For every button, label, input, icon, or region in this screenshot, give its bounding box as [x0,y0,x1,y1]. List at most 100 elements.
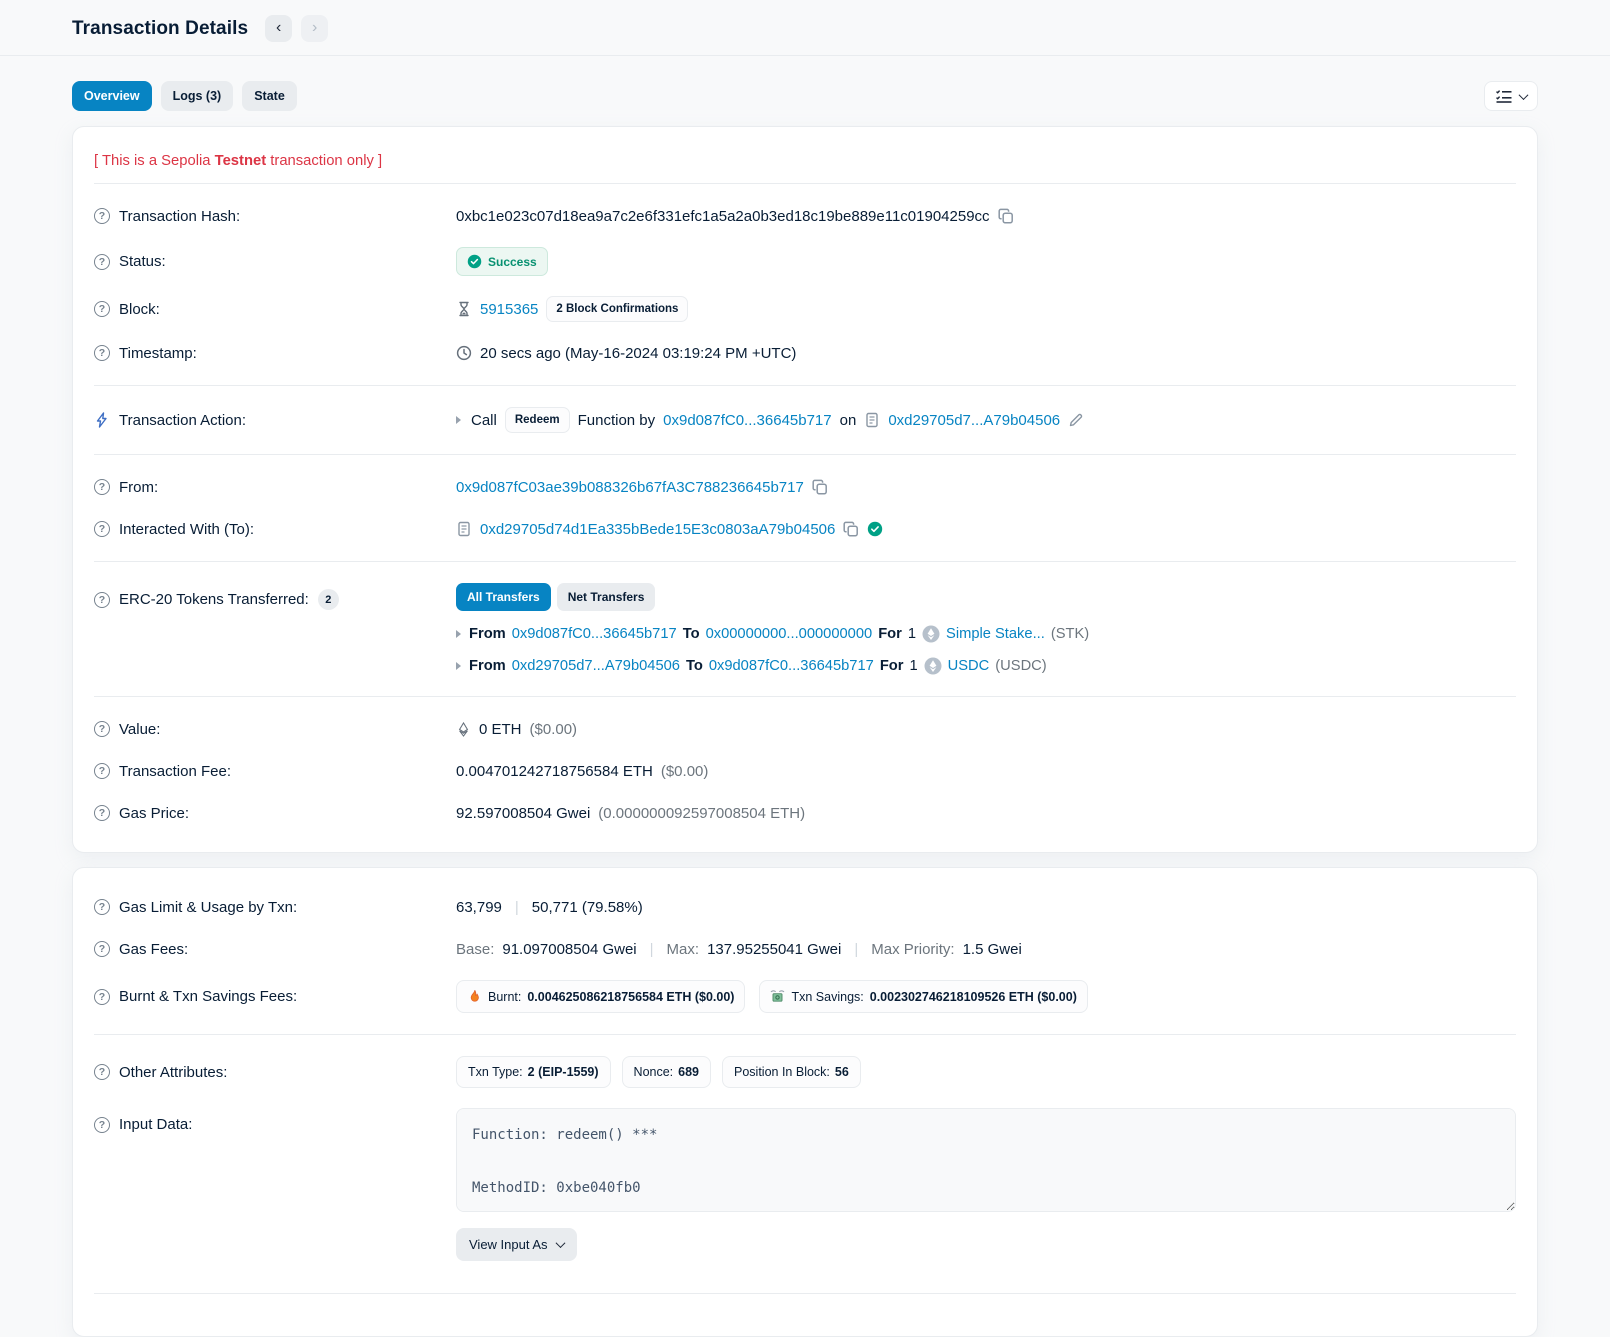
to-address-link[interactable]: 0xd29705d74d1Ea335bBede15E3c0803aA79b045… [480,521,835,538]
savings-value: 0.002302746218109526 ETH ($0.00) [870,990,1077,1004]
row-label-text: Value: [119,721,160,738]
transfer-from-link[interactable]: 0xd29705d7...A79b04506 [512,658,680,674]
input-data-textarea[interactable]: Function: redeem() *** MethodID: 0xbe040… [456,1108,1516,1212]
token-name-link[interactable]: Simple Stake... [946,626,1045,642]
txn-type-label: Txn Type: [468,1065,523,1079]
flame-icon [467,989,482,1004]
divider [94,183,1516,184]
row-label-text: ERC-20 Tokens Transferred: [119,591,309,608]
transfer-list: From 0x9d087fC0...36645b717 To 0x0000000… [456,625,1516,675]
help-icon[interactable]: ? [94,345,110,361]
block-number-link[interactable]: 5915365 [480,301,538,318]
base-fee-label: Base: [456,941,494,958]
separator: | [645,941,659,958]
from-address-link[interactable]: 0x9d087fC03ae39b088326b67fA3C788236645b7… [456,479,804,496]
net-transfers-tab[interactable]: Net Transfers [557,583,656,611]
gas-price-row: ?Gas Price: 92.597008504 Gwei (0.0000000… [94,792,1516,834]
tab-state[interactable]: State [242,81,297,111]
transfer-for-word: For [878,626,902,642]
previous-transaction-button[interactable]: ‹ [265,15,292,42]
help-icon[interactable]: ? [94,763,110,779]
divider [94,385,1516,386]
token-icon [924,657,942,675]
timestamp-row: ?Timestamp: 20 secs ago (May-16-2024 03:… [94,332,1516,374]
status-badge-label: Success [488,255,537,269]
caret-right-icon [456,630,461,638]
tab-toolbar: Overview Logs (3) State [0,56,1610,126]
list-settings-icon [1495,89,1513,103]
other-attributes-row: ?Other Attributes: Txn Type: 2 (EIP-1559… [94,1046,1516,1098]
copy-hash-button[interactable] [998,208,1014,224]
all-transfers-tab[interactable]: All Transfers [456,583,551,611]
token-symbol: (USDC) [995,658,1046,674]
warning-text-suffix: transaction only ] [266,153,382,169]
gas-used-value: 50,771 (79.58%) [532,899,643,916]
row-label-text: Gas Fees: [119,941,188,958]
help-icon[interactable]: ? [94,254,110,270]
copy-to-address-button[interactable] [843,521,859,537]
value-amount: 0 ETH [479,721,522,738]
copy-icon [843,521,859,537]
max-priority-label: Max Priority: [871,941,954,958]
row-label-text: Block: [119,301,160,318]
transfer-to-link[interactable]: 0x00000000...000000000 [706,626,873,642]
token-icon [922,625,940,643]
testnet-warning: [ This is a Sepolia Testnet transaction … [94,153,1516,169]
edit-action-note-button[interactable] [1068,412,1084,428]
view-input-as-button[interactable]: View Input As [456,1228,577,1261]
transfer-from-link[interactable]: 0x9d087fC0...36645b717 [512,626,677,642]
transfer-item: From 0xd29705d7...A79b04506 To 0x9d087fC… [456,657,1516,675]
transfer-to-link[interactable]: 0x9d087fC0...36645b717 [709,658,874,674]
help-icon[interactable]: ? [94,941,110,957]
overview-card: [ This is a Sepolia Testnet transaction … [72,126,1538,853]
row-label-text: Status: [119,253,166,270]
help-icon[interactable]: ? [94,1117,110,1133]
help-icon[interactable]: ? [94,1064,110,1080]
position-label: Position In Block: [734,1065,830,1079]
row-label-text: Other Attributes: [119,1064,227,1081]
tab-overview[interactable]: Overview [72,81,152,111]
help-icon[interactable]: ? [94,521,110,537]
display-options-button[interactable] [1484,81,1538,111]
verified-check-icon [867,521,883,537]
transaction-action-row: Transaction Action: Call Redeem Function… [94,397,1516,443]
help-icon[interactable]: ? [94,899,110,915]
gas-fees-row: ? Gas Fees: Base: 91.097008504 Gwei | Max… [94,928,1516,970]
lightning-icon [94,412,110,428]
help-icon[interactable]: ? [94,208,110,224]
nonce-badge: Nonce: 689 [622,1056,711,1088]
transfer-to-word: To [683,626,700,642]
separator: | [849,941,863,958]
pencil-icon [1068,412,1084,428]
help-icon[interactable]: ? [94,301,110,317]
base-fee-value: 91.097008504 Gwei [502,941,636,958]
divider [94,1034,1516,1035]
separator: | [510,899,524,916]
gas-price-amount: 92.597008504 Gwei [456,805,590,822]
gas-limit-value: 63,799 [456,899,502,916]
help-icon[interactable]: ? [94,592,110,608]
transfer-from-word: From [469,658,506,674]
token-name-link[interactable]: USDC [948,658,990,674]
block-confirmations-badge: 2 Block Confirmations [546,296,688,322]
action-on-text: on [840,412,857,429]
divider [94,454,1516,455]
help-icon[interactable]: ? [94,721,110,737]
copy-from-address-button[interactable] [812,479,828,495]
next-transaction-button[interactable]: › [301,15,328,42]
value-row: ?Value: 0 ETH ($0.00) [94,708,1516,750]
row-label-text: Timestamp: [119,345,197,362]
help-icon[interactable]: ? [94,805,110,821]
action-call-text: Call [471,412,497,429]
tab-logs[interactable]: Logs (3) [161,81,234,111]
transfer-from-word: From [469,626,506,642]
page-title: Transaction Details [72,18,248,40]
action-sender-link[interactable]: 0x9d087fC0...36645b717 [663,412,831,429]
check-circle-icon [467,254,482,269]
transfer-amount: 1 [909,658,917,674]
help-icon[interactable]: ? [94,989,110,1005]
help-icon[interactable]: ? [94,479,110,495]
page-header: Transaction Details ‹ › [0,0,1610,56]
action-contract-link[interactable]: 0xd29705d7...A79b04506 [888,412,1060,429]
block-row: ? Block: 5915365 2 Block Confirmations [94,286,1516,332]
